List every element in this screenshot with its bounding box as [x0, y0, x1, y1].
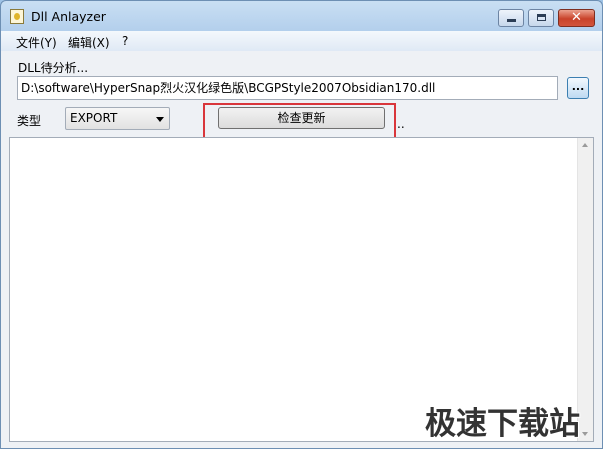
result-list[interactable]: [9, 137, 594, 442]
trailing-dots: ..: [397, 117, 405, 131]
app-icon: [10, 9, 24, 24]
menu-bar: 文件(Y) 编辑(X) ?: [1, 31, 602, 51]
type-select-value: EXPORT: [70, 111, 118, 125]
type-label: 类型: [17, 114, 42, 128]
app-window: Dll Anlayzer ✕ 文件(Y) 编辑(X) ? DLL待分析... D…: [0, 0, 603, 449]
main-panel: DLL待分析... D:\software\HyperSnap烈火汉化绿色版\B…: [1, 51, 602, 448]
type-select[interactable]: EXPORT: [65, 107, 170, 130]
maximize-button[interactable]: [528, 9, 554, 27]
chevron-down-icon: [156, 117, 164, 122]
title-bar[interactable]: Dll Anlayzer ✕: [1, 1, 602, 31]
check-update-button[interactable]: 检查更新: [218, 107, 385, 129]
scroll-up-icon[interactable]: [582, 143, 588, 147]
dll-path-input[interactable]: D:\software\HyperSnap烈火汉化绿色版\BCGPStyle20…: [17, 76, 558, 100]
browse-button[interactable]: ...: [567, 77, 589, 99]
close-icon: ✕: [571, 10, 582, 25]
close-button[interactable]: ✕: [558, 9, 595, 27]
maximize-icon: [537, 14, 546, 21]
scroll-down-icon[interactable]: [582, 432, 588, 436]
menu-file[interactable]: 文件(Y): [16, 34, 57, 51]
menu-help[interactable]: ?: [122, 34, 128, 48]
vertical-scrollbar[interactable]: [577, 138, 593, 441]
minimize-button[interactable]: [498, 9, 524, 27]
window-title: Dll Anlayzer: [31, 9, 106, 24]
dll-label: DLL待分析...: [18, 61, 89, 75]
menu-edit[interactable]: 编辑(X): [68, 34, 110, 51]
minimize-icon: [507, 19, 516, 22]
watermark-text: 极速下载站: [425, 406, 580, 442]
